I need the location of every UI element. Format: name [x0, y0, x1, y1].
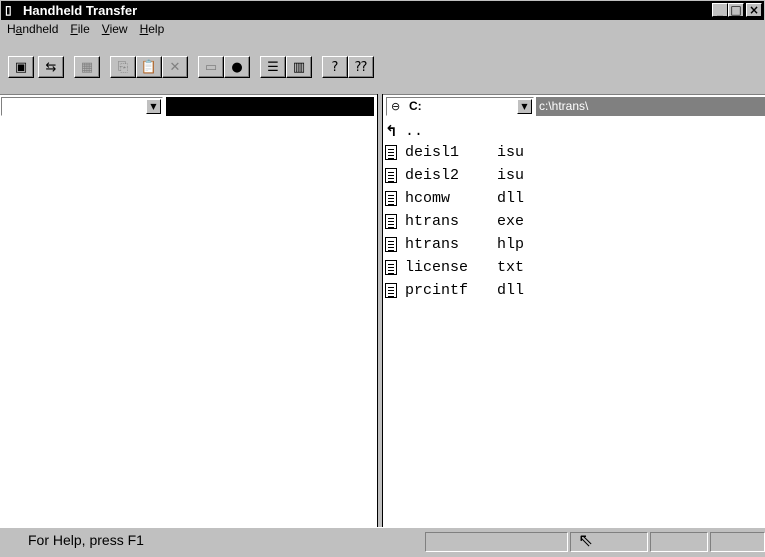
- paste-icon: 📋: [140, 59, 158, 75]
- drive-combo[interactable]: ⊖ C: ▼: [386, 97, 534, 116]
- status-text: For Help, press F1: [28, 532, 144, 548]
- toolbar: ▣ ⇆ ▦ ⎘ 📋 ✕ ▭ ● ☰ ▥ ? ⁇: [1, 56, 764, 88]
- file-list: ↰ .. deisl1 isu deisl2 isu hcomw dll htrans exe…: [385, 121, 524, 302]
- file-name: htrans: [405, 213, 460, 230]
- document-icon: [385, 145, 397, 160]
- file-extension: txt: [497, 259, 525, 276]
- handheld-device-button[interactable]: ▣: [8, 56, 34, 78]
- menu-view[interactable]: View: [96, 20, 134, 38]
- context-help-button[interactable]: ⁇: [348, 56, 374, 78]
- file-item[interactable]: deisl2 isu: [385, 164, 524, 187]
- paste-button[interactable]: 📋: [136, 56, 162, 78]
- handheld-app-icon[interactable]: ▯: [5, 3, 19, 17]
- file-name: deisl2: [405, 167, 460, 184]
- file-extension: hlp: [497, 236, 525, 253]
- file-item[interactable]: license txt: [385, 256, 524, 279]
- disk-button[interactable]: ●: [224, 56, 250, 78]
- up-directory-item[interactable]: ↰ ..: [385, 121, 524, 141]
- chevron-down-icon[interactable]: ▼: [517, 99, 532, 114]
- file-extension: isu: [497, 167, 525, 184]
- grid-view-icon: ▦: [80, 59, 94, 75]
- handheld-pane[interactable]: ▼: [0, 94, 377, 528]
- caption-buttons: _ □ ×: [712, 3, 762, 18]
- file-name: hcomw: [405, 190, 451, 207]
- menu-label: View: [101, 22, 128, 36]
- status-bar: For Help, press F1: [0, 527, 765, 557]
- copy-icon: ⎘: [117, 59, 129, 75]
- document-icon: [385, 283, 397, 298]
- menu-handheld[interactable]: Handheld: [1, 20, 64, 38]
- file-extension: dll: [497, 282, 525, 299]
- file-extension: dll: [497, 190, 525, 207]
- file-name: htrans: [405, 236, 460, 253]
- main-window: ▯ Handheld Transfer _ □ × Handheld File …: [0, 0, 765, 557]
- about-icon: ?: [331, 59, 339, 75]
- document-icon: [385, 191, 397, 206]
- details-view-button[interactable]: ▥: [286, 56, 312, 78]
- file-name: prcintf: [405, 282, 469, 299]
- maximize-button[interactable]: □: [728, 3, 744, 17]
- status-panel-1: [425, 532, 568, 552]
- disk-icon: ●: [231, 59, 243, 75]
- file-item[interactable]: htrans exe: [385, 210, 524, 233]
- grid-view-button[interactable]: ▦: [74, 56, 100, 78]
- menu-label: File: [70, 22, 90, 36]
- file-item[interactable]: hcomw dll: [385, 187, 524, 210]
- handheld-device-icon: ▣: [14, 59, 28, 75]
- details-view-icon: ▥: [292, 59, 306, 75]
- up-directory-label: ..: [405, 122, 424, 140]
- delete-icon: ✕: [169, 59, 181, 75]
- handheld-path: [166, 97, 374, 116]
- menu-help[interactable]: Help: [134, 20, 171, 38]
- file-name: deisl1: [405, 144, 460, 161]
- about-button[interactable]: ?: [322, 56, 348, 78]
- file-item[interactable]: deisl1 isu: [385, 141, 524, 164]
- close-button[interactable]: ×: [746, 3, 762, 17]
- file-extension: exe: [497, 213, 525, 230]
- list-view-button[interactable]: ☰: [260, 56, 286, 78]
- minimize-button[interactable]: _: [712, 3, 728, 17]
- document-icon: [385, 237, 397, 252]
- file-item[interactable]: htrans hlp: [385, 233, 524, 256]
- pc-pane[interactable]: ⊖ C: ▼ c:\htrans\ ↰ .. deisl1 isu deisl2 is…: [383, 94, 765, 528]
- window-title: Handheld Transfer: [23, 3, 138, 18]
- file-extension: isu: [497, 144, 525, 161]
- document-icon: [385, 214, 397, 229]
- drive-button[interactable]: ▭: [198, 56, 224, 78]
- context-help-icon: ⁇: [355, 59, 367, 75]
- drive-combo-value: C:: [409, 99, 422, 113]
- delete-button[interactable]: ✕: [162, 56, 188, 78]
- copy-button[interactable]: ⎘: [110, 56, 136, 78]
- transfer-button[interactable]: ⇆: [38, 56, 64, 78]
- pc-path: c:\htrans\: [536, 97, 765, 116]
- file-name: license: [405, 259, 469, 276]
- status-panel-4: [710, 532, 765, 552]
- title-bar[interactable]: ▯ Handheld Transfer _ □ ×: [1, 1, 764, 20]
- status-panel-3: [650, 532, 708, 552]
- drive-icon: ⊖: [391, 100, 401, 113]
- document-icon: [385, 168, 397, 183]
- drive-icon: ▭: [204, 59, 218, 75]
- up-folder-icon: ↰: [385, 121, 398, 140]
- transfer-icon: ⇆: [45, 59, 57, 75]
- menu-file[interactable]: File: [64, 20, 95, 38]
- chevron-down-icon[interactable]: ▼: [146, 99, 161, 114]
- handheld-combo[interactable]: ▼: [1, 97, 163, 116]
- mouse-pointer-icon: ⇖: [578, 530, 594, 551]
- document-icon: [385, 260, 397, 275]
- list-view-icon: ☰: [267, 59, 279, 75]
- menu-label: Handheld: [7, 22, 59, 36]
- menu-bar: Handheld File View Help: [1, 20, 764, 38]
- file-item[interactable]: prcintf dll: [385, 279, 524, 302]
- menu-label: Help: [139, 22, 165, 36]
